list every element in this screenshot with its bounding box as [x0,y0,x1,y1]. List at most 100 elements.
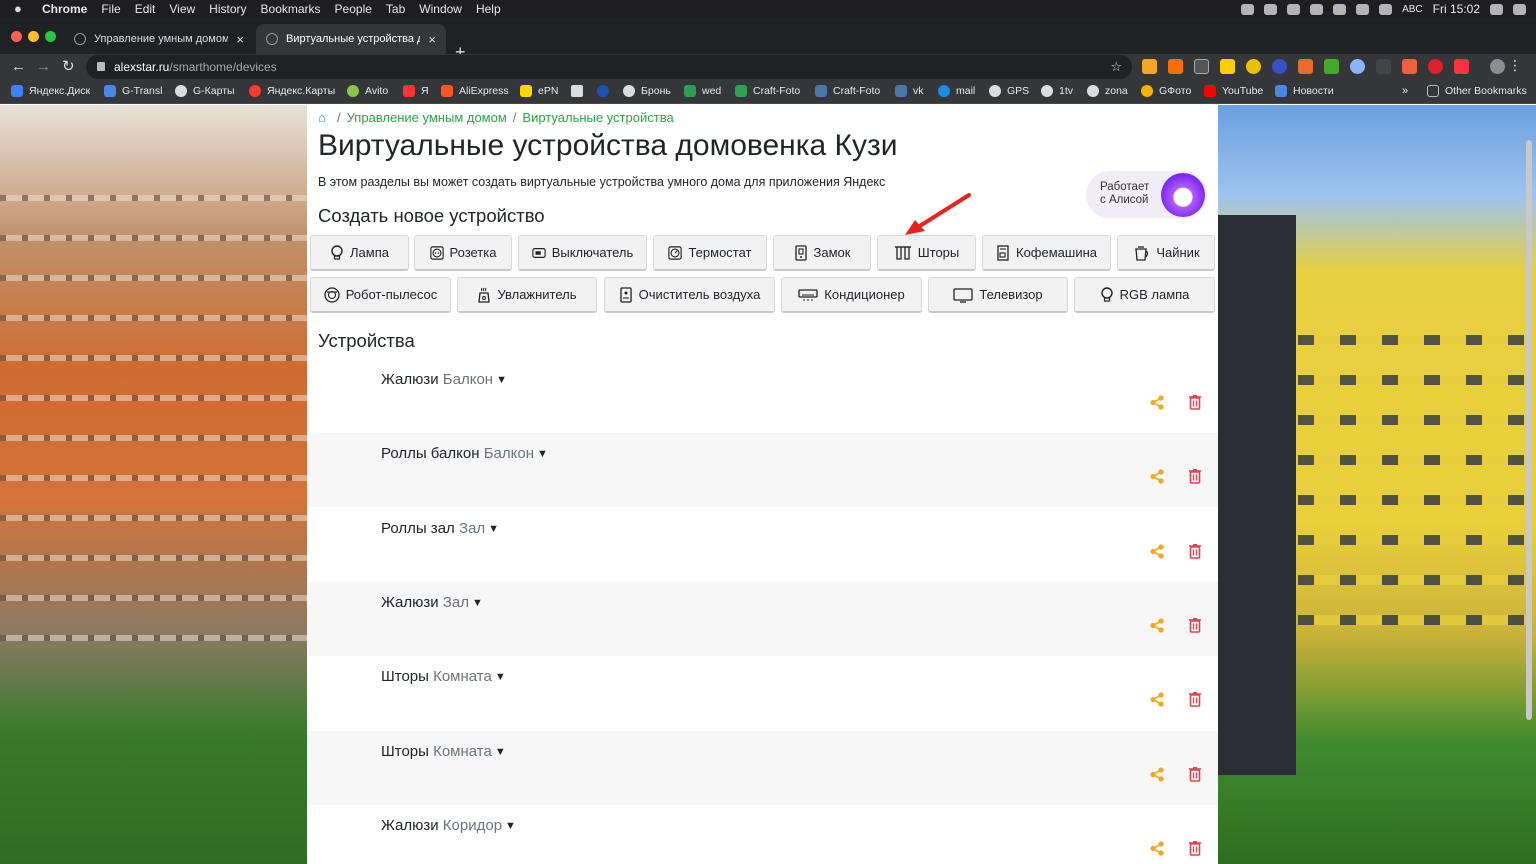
menu-app-name[interactable]: Chrome [42,2,87,16]
extension-icon[interactable] [1246,59,1261,74]
clock[interactable]: Fri 15:02 [1433,2,1480,16]
share-icon[interactable] [1150,767,1164,782]
back-arrow-icon[interactable]: ← [11,58,26,76]
device-toggle[interactable]: Шторы Комната ▼ [381,668,506,685]
bookmark-item[interactable]: ePN [520,85,558,97]
menu-edit[interactable]: Edit [135,2,156,16]
trash-icon[interactable] [1188,394,1202,410]
extension-icon[interactable] [1376,59,1391,74]
status-icon[interactable] [1287,3,1301,15]
trash-icon[interactable] [1188,468,1202,484]
status-icon[interactable] [1310,3,1324,15]
menu-history[interactable]: History [209,2,246,16]
profile-avatar[interactable] [1490,59,1505,74]
trash-icon[interactable] [1188,543,1202,559]
bookmark-item[interactable]: Яндекс.Карты [249,85,335,97]
address-bar[interactable]: alexstar.ru/smarthome/devices ☆ [86,55,1132,79]
create-air-purifier-button[interactable]: Очиститель воздуха [604,277,775,313]
close-tab-icon[interactable]: × [428,32,436,47]
share-icon[interactable] [1150,395,1164,410]
home-icon[interactable]: ⌂ [318,111,331,124]
bookmark-icon[interactable] [571,85,583,97]
menu-window[interactable]: Window [419,2,462,16]
extension-icon[interactable] [1350,59,1365,74]
tab-virtual-devices[interactable]: Виртуальные устройства домовенка Кузи × [256,24,446,54]
create-socket-button[interactable]: Розетка [414,235,512,271]
share-icon[interactable] [1150,618,1164,633]
trash-icon[interactable] [1188,691,1202,707]
bookmark-icon[interactable] [597,85,609,97]
pocket-icon[interactable] [1194,59,1209,74]
create-coffee-machine-button[interactable]: Кофемашина [982,235,1111,271]
bookmark-item[interactable]: G-Карты [175,85,235,97]
bookmark-item[interactable]: Яндекс.Диск [11,85,90,97]
device-toggle[interactable]: Роллы балкон Балкон ▼ [381,445,548,462]
bookmark-item[interactable]: G-Transl [104,85,162,97]
create-robot-vacuum-button[interactable]: Робот-пылесос [310,277,451,313]
other-bookmarks[interactable]: Other Bookmarks [1427,85,1527,97]
maximize-window-button[interactable] [45,31,56,42]
bookmark-item[interactable]: Craft-Foto [815,85,880,97]
menu-file[interactable]: File [101,2,120,16]
reload-icon[interactable]: ↻ [62,58,75,76]
create-rgb-lamp-button[interactable]: RGB лампа [1074,277,1215,313]
bookmark-item[interactable]: 1tv [1041,85,1073,97]
create-lock-button[interactable]: Замок [773,235,871,271]
bookmark-item[interactable]: Craft-Foto [735,85,800,97]
close-tab-icon[interactable]: × [236,32,244,47]
extension-icon[interactable] [1402,59,1417,74]
create-kettle-button[interactable]: Чайник [1117,235,1215,271]
menu-help[interactable]: Help [476,2,501,16]
minimize-window-button[interactable] [28,31,39,42]
bookmark-item[interactable]: Avito [347,85,388,97]
extension-icon[interactable] [1428,59,1443,74]
apple-menu-icon[interactable]: ● [14,2,28,16]
breadcrumb-home-link[interactable]: Управление умным домом [347,110,507,125]
extension-icon[interactable] [1142,59,1157,74]
trash-icon[interactable] [1188,766,1202,782]
create-tv-button[interactable]: Телевизор [928,277,1068,313]
create-thermostat-button[interactable]: Термостат [653,235,767,271]
device-toggle[interactable]: Жалюзи Балкон ▼ [381,371,507,388]
trash-icon[interactable] [1188,617,1202,633]
share-icon[interactable] [1150,841,1164,856]
lock-icon[interactable] [97,62,105,71]
device-toggle[interactable]: Роллы зал Зал ▼ [381,520,499,537]
create-curtains-button[interactable]: Шторы [877,235,976,271]
extension-icon[interactable] [1220,59,1235,74]
bookmark-item[interactable]: AliExpress [441,85,509,97]
download-extension-icon[interactable] [1324,59,1339,74]
extension-icon[interactable] [1168,59,1183,74]
cloud-icon[interactable] [1333,3,1347,15]
bookmark-item[interactable]: GPS [989,85,1029,97]
device-toggle[interactable]: Жалюзи Коридор ▼ [381,817,516,834]
volume-icon[interactable] [1379,3,1393,15]
input-source[interactable]: ABC [1402,4,1423,15]
bookmarks-overflow-chevron-icon[interactable]: » [1402,85,1408,97]
bookmark-item[interactable]: mail [938,85,975,97]
bookmark-item[interactable]: vk [895,85,924,97]
share-icon[interactable] [1150,692,1164,707]
bookmark-item[interactable]: wed [684,85,721,97]
notification-center-icon[interactable] [1513,3,1526,15]
device-toggle[interactable]: Жалюзи Зал ▼ [381,594,483,611]
bookmark-item[interactable]: zona [1087,85,1128,97]
alice-badge[interactable]: Работает с Алисой [1086,171,1207,218]
create-humidifier-button[interactable]: Увлажнитель [457,277,597,313]
extension-icon[interactable] [1272,59,1287,74]
device-toggle[interactable]: Шторы Комната ▼ [381,743,506,760]
create-lamp-button[interactable]: Лампа [310,235,409,271]
page-scrollbar[interactable] [1526,140,1532,720]
status-icon[interactable] [1241,3,1255,15]
bookmark-item[interactable]: Новости [1275,85,1334,97]
menu-people[interactable]: People [335,2,372,16]
creative-cloud-icon[interactable] [1264,3,1278,15]
share-icon[interactable] [1150,544,1164,559]
bookmark-item[interactable]: Бронь [623,85,671,97]
menu-view[interactable]: View [169,2,195,16]
share-icon[interactable] [1150,469,1164,484]
menu-bookmarks[interactable]: Bookmarks [261,2,321,16]
airplay-icon[interactable] [1356,3,1370,15]
bookmark-item[interactable]: Я [403,85,429,97]
menu-tab[interactable]: Tab [386,2,405,16]
